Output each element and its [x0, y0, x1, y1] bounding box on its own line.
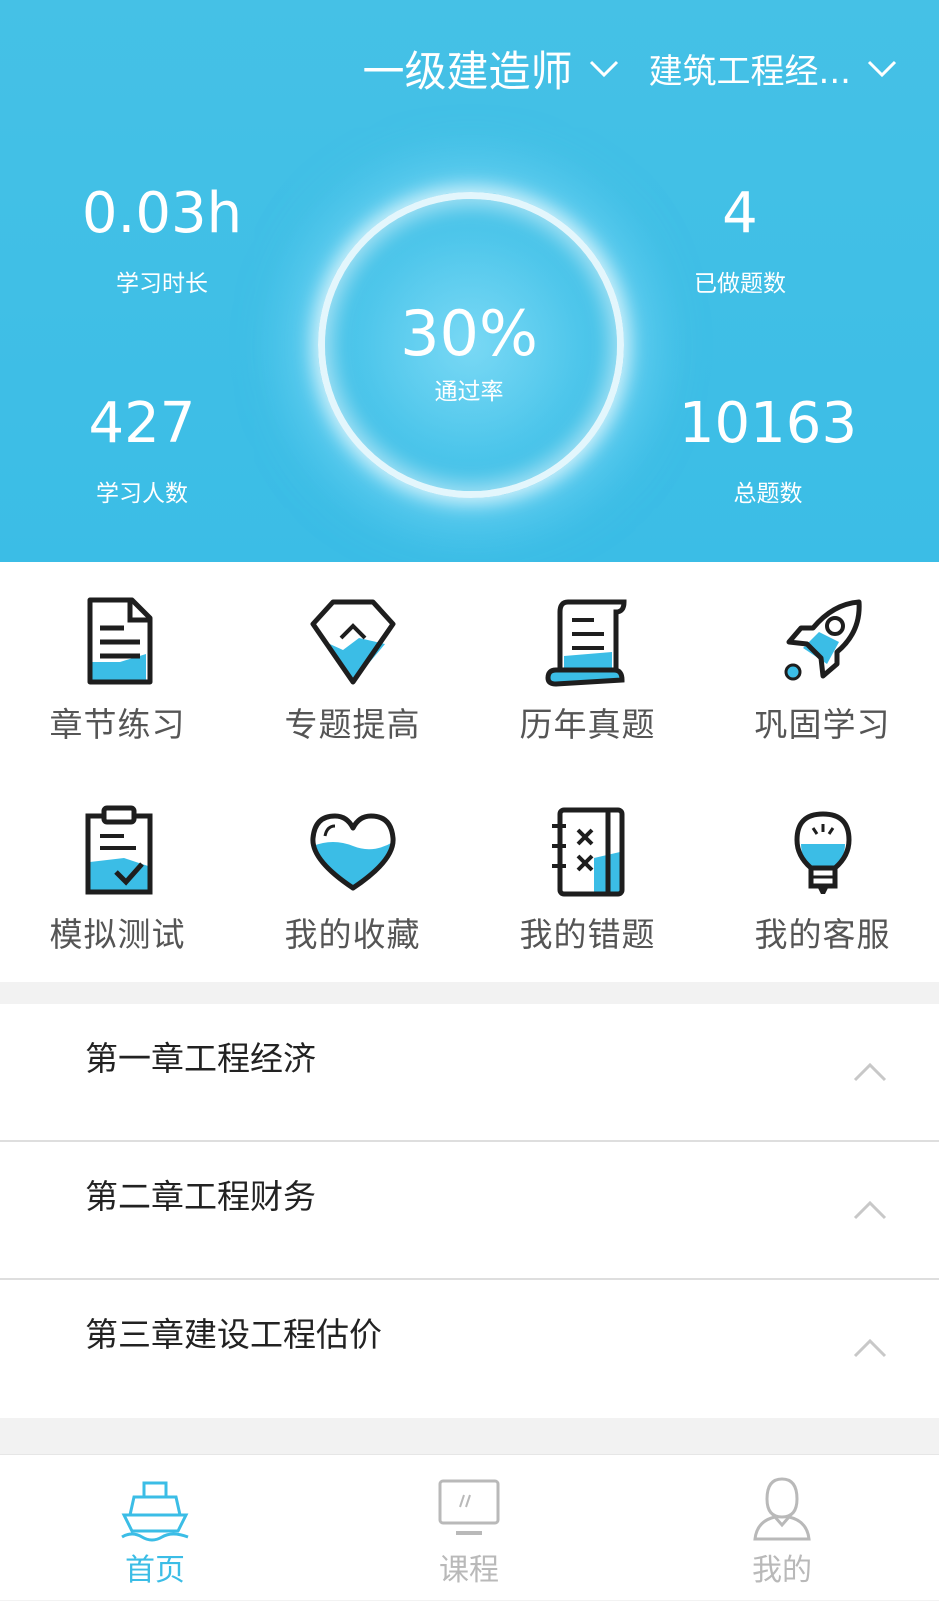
grid-item-label: 我的错题	[519, 915, 656, 954]
lightbulb-icon	[794, 811, 851, 894]
feature-grid: 章节练习 专题提高 历年真题 巩固学习 模拟测试 我的收藏 我的错题 我的客服	[0, 562, 939, 982]
my-favorites-button[interactable]: 我的收藏	[235, 772, 470, 982]
chapter-title: 第三章建设工程估价	[85, 1315, 382, 1354]
learners-stat: 427 学习人数	[42, 392, 242, 508]
rocket-icon	[784, 599, 862, 681]
user-icon	[753, 1477, 811, 1541]
document-icon	[87, 597, 152, 685]
past-exams-button[interactable]: 历年真题	[470, 562, 705, 772]
tab-mine[interactable]: 我的	[682, 1455, 882, 1601]
grid-item-label: 我的客服	[754, 915, 891, 954]
chapter-list: 第一章工程经济 第二章工程财务 第三章建设工程估价	[0, 1004, 939, 1418]
learners-label: 学习人数	[96, 481, 188, 507]
total-questions-value: 10163	[678, 391, 858, 456]
my-mistakes-button[interactable]: 我的错题	[470, 772, 705, 982]
chevron-up-icon	[853, 1338, 887, 1358]
clipboard-check-icon	[85, 805, 152, 895]
chapter-row[interactable]: 第一章工程经济	[0, 1004, 939, 1142]
monitor-icon	[438, 1479, 500, 1535]
diamond-icon	[310, 599, 395, 685]
bottom-tab-bar: 首页 课程 我的	[0, 1454, 939, 1600]
chevron-down-icon	[589, 60, 618, 78]
done-questions-value: 4	[722, 181, 758, 246]
total-questions-label: 总题数	[733, 481, 803, 507]
grid-item-label: 历年真题	[519, 705, 656, 744]
study-time-value: 0.03h	[81, 181, 243, 246]
exam-selector-label: 一级建造师	[362, 46, 573, 96]
customer-service-button[interactable]: 我的客服	[705, 772, 939, 982]
chevron-up-icon	[853, 1200, 887, 1220]
chapter-practice-button[interactable]: 章节练习	[0, 562, 235, 772]
topic-improve-button[interactable]: 专题提高	[235, 562, 470, 772]
heart-icon	[309, 813, 396, 891]
consolidate-study-button[interactable]: 巩固学习	[705, 562, 939, 772]
pass-rate-stat: 30% 通过率	[369, 300, 569, 406]
tab-label: 课程	[439, 1553, 499, 1588]
chapter-title: 第一章工程经济	[85, 1039, 316, 1078]
exam-selector[interactable]: 一级建造师	[363, 38, 621, 99]
grid-item-label: 章节练习	[49, 705, 186, 744]
chevron-down-icon	[867, 60, 897, 78]
chapter-row[interactable]: 第三章建设工程估价	[0, 1280, 939, 1418]
done-questions-label: 已做题数	[694, 271, 786, 297]
grid-item-label: 我的收藏	[284, 915, 421, 954]
stats-banner: 一级建造师 建筑工程经... 0.03h 学习时长 4 已做题数 30% 通过率…	[0, 0, 939, 562]
tab-label: 首页	[125, 1553, 185, 1588]
top-bar: 一级建造师 建筑工程经...	[363, 38, 939, 98]
chevron-up-icon	[853, 1062, 887, 1082]
grid-item-label: 专题提高	[284, 705, 421, 744]
subject-selector-label: 建筑工程经...	[648, 51, 851, 92]
chapter-row[interactable]: 第二章工程财务	[0, 1142, 939, 1280]
learners-value: 427	[88, 391, 196, 456]
total-questions-stat: 10163 总题数	[668, 392, 868, 508]
pass-rate-value: 30%	[400, 297, 538, 370]
tab-home[interactable]: 首页	[55, 1455, 255, 1601]
subject-selector[interactable]: 建筑工程经...	[649, 44, 899, 93]
study-time-label: 学习时长	[116, 271, 208, 297]
grid-item-label: 模拟测试	[49, 915, 186, 954]
scroll-icon	[544, 599, 627, 687]
done-questions-stat: 4 已做题数	[640, 182, 840, 298]
ship-icon	[121, 1481, 189, 1542]
study-time-stat: 0.03h 学习时长	[62, 182, 262, 298]
tab-courses[interactable]: 课程	[369, 1455, 569, 1601]
grid-item-label: 巩固学习	[754, 705, 891, 744]
notebook-x-icon	[551, 807, 624, 897]
chapter-title: 第二章工程财务	[85, 1177, 316, 1216]
pass-rate-label: 通过率	[434, 379, 504, 405]
tab-label: 我的	[752, 1553, 812, 1588]
mock-test-button[interactable]: 模拟测试	[0, 772, 235, 982]
